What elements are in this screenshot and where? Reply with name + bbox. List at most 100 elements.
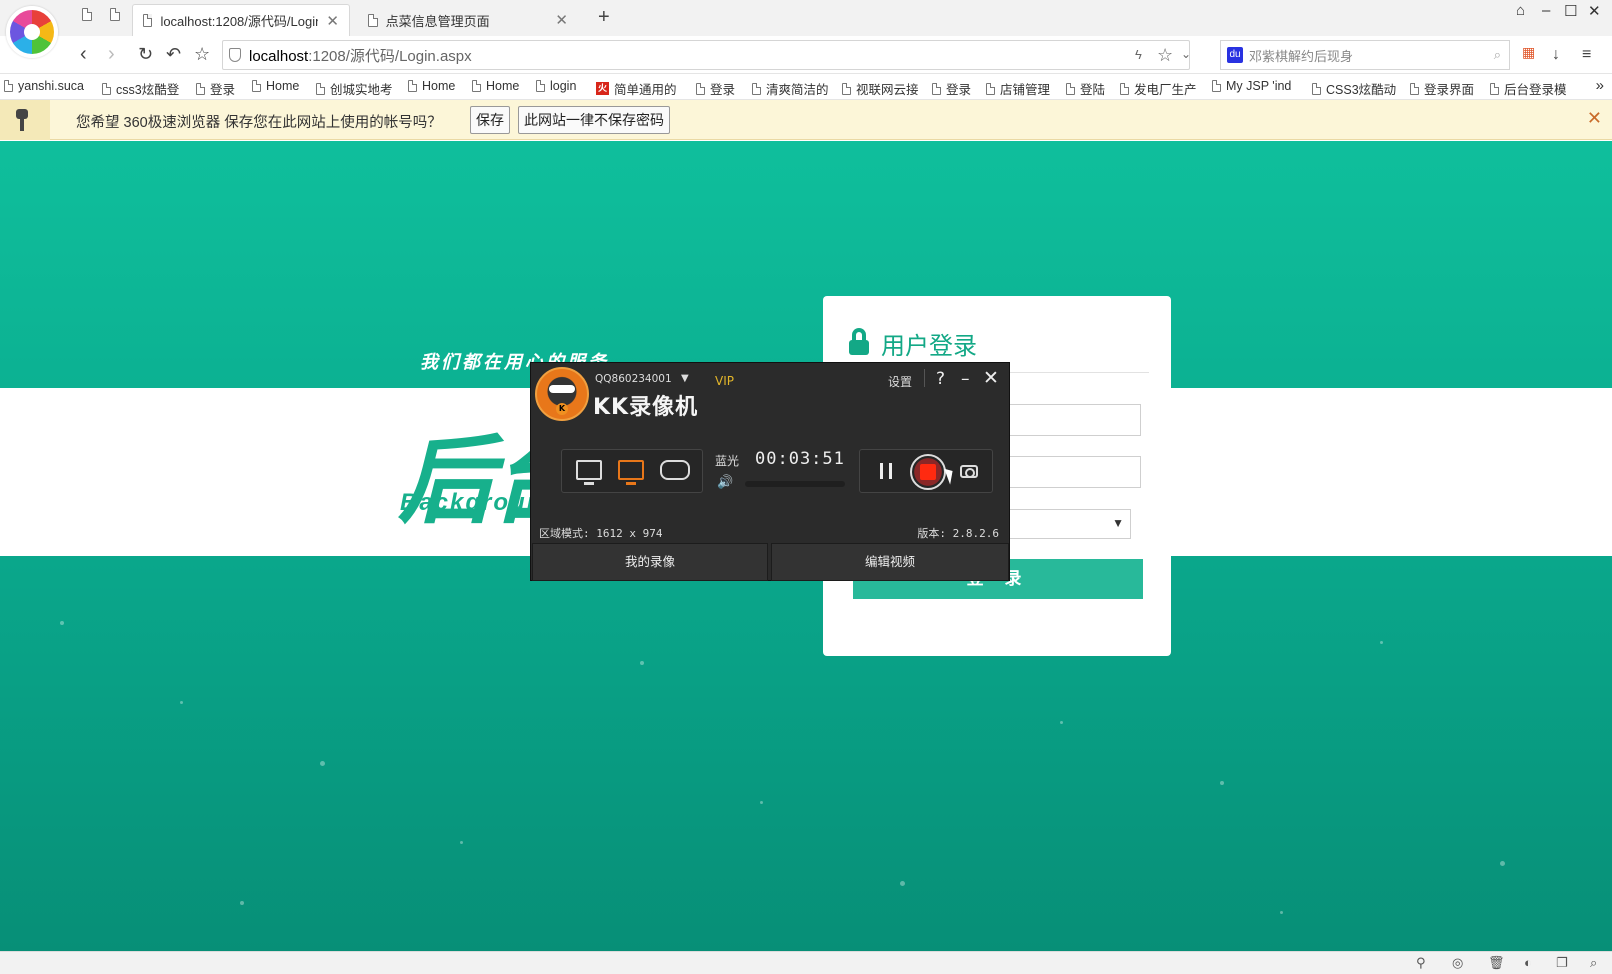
page-icon xyxy=(143,14,153,27)
back-icon[interactable]: ‹ xyxy=(80,44,87,64)
tab-close-icon[interactable]: ✕ xyxy=(555,11,568,29)
bookmarks-more-button[interactable]: » xyxy=(1596,77,1604,94)
kk-close-button[interactable]: ✕ xyxy=(983,367,999,389)
bookmark-item[interactable]: 后台登录模 xyxy=(1490,79,1567,98)
bookmark-item[interactable]: 登录界面 xyxy=(1410,79,1474,98)
bookmark-item[interactable]: css3炫酷登 xyxy=(102,79,179,98)
maximize-button[interactable]: ☐ xyxy=(1564,2,1577,20)
page-icon xyxy=(4,80,13,92)
search-input[interactable]: 邓紫棋解约后现身 xyxy=(1249,46,1494,65)
bookmark-item[interactable]: My JSP 'ind xyxy=(1212,79,1291,93)
bookmark-label: 登录界面 xyxy=(1424,83,1475,97)
pause-icon[interactable] xyxy=(880,463,892,479)
kk-recorder-window[interactable]: K QQ860234001 ▼ VIP 设置 ? – ✕ KK录像机 蓝光 00… xyxy=(530,362,1010,581)
kk-help-button[interactable]: ? xyxy=(936,369,945,389)
download-icon[interactable]: ↓ xyxy=(1552,46,1560,64)
menu-icon[interactable]: ≡ xyxy=(1582,46,1591,64)
bookmark-label: My JSP 'ind xyxy=(1226,79,1292,93)
bookmark-item[interactable]: Home xyxy=(408,79,455,93)
reload-icon[interactable]: ↻ xyxy=(138,44,153,64)
bookmark-item[interactable]: CSS3炫酷动 xyxy=(1312,79,1396,98)
volume-icon[interactable]: 🔊 xyxy=(717,475,733,490)
address-bar[interactable]: localhost:1208/源代码/Login.aspx ϟ ☆ ⌄ xyxy=(222,40,1191,70)
edit-video-button[interactable]: 编辑视频 xyxy=(771,543,1009,581)
search-engine-icon[interactable]: du xyxy=(1227,47,1243,63)
bokeh-dot xyxy=(1060,721,1063,724)
page-icon xyxy=(752,82,761,95)
game-mode-icon[interactable] xyxy=(660,460,690,480)
address-dropdown-icon[interactable]: ⌄ xyxy=(1181,47,1191,61)
accelerate-icon[interactable]: ◎ xyxy=(1452,955,1463,971)
page-icon xyxy=(1490,82,1499,95)
bookmark-label: Home xyxy=(266,79,300,93)
tab-pinned-2[interactable] xyxy=(110,8,132,30)
kk-vip-badge[interactable]: VIP xyxy=(715,374,734,388)
kk-account-name[interactable]: QQ860234001 xyxy=(595,373,672,385)
tab-pinned-1[interactable] xyxy=(82,8,104,30)
bookmark-label: yanshi.suca xyxy=(18,79,85,93)
bookmark-item[interactable]: 登录 xyxy=(196,79,235,98)
tab-close-icon[interactable]: ✕ xyxy=(326,12,339,30)
sound-icon[interactable]: ◐ xyxy=(1524,955,1532,970)
bookmark-star-icon[interactable]: ☆ xyxy=(194,44,210,64)
kk-minimize-button[interactable]: – xyxy=(961,369,970,389)
pin-icon[interactable]: ⚲ xyxy=(1416,955,1426,971)
kk-mascot-avatar[interactable]: K xyxy=(535,367,589,421)
bookmark-item[interactable]: 清爽简洁的 xyxy=(752,79,829,98)
screenshot-camera-icon[interactable] xyxy=(960,465,978,478)
zoom-icon[interactable]: ⌕ xyxy=(1590,955,1597,971)
browser-logo-icon[interactable] xyxy=(6,6,58,58)
trash-icon[interactable]: 🗑 xyxy=(1488,955,1505,971)
volume-slider[interactable] xyxy=(745,481,845,487)
favorite-star-icon[interactable]: ☆ xyxy=(1157,45,1173,66)
skin-icon[interactable]: ⌂ xyxy=(1516,2,1525,19)
page-icon xyxy=(316,82,325,95)
bookmark-item[interactable]: 火简单通用的 xyxy=(596,79,677,98)
fullscreen-mode-icon[interactable] xyxy=(576,460,602,485)
minimize-button[interactable]: – xyxy=(1542,2,1550,19)
kk-quality-label[interactable]: 蓝光 xyxy=(715,452,739,469)
window-icon[interactable]: ❐ xyxy=(1556,955,1568,971)
bookmark-label: Home xyxy=(422,79,456,93)
lightning-icon[interactable]: ϟ xyxy=(1135,47,1142,62)
never-save-password-button[interactable]: 此网站一律不保存密码 xyxy=(518,106,670,134)
url-path: :1208/源代码/Login.aspx xyxy=(308,47,472,65)
page-icon xyxy=(252,80,261,92)
forward-icon[interactable]: › xyxy=(108,44,115,64)
save-password-button[interactable]: 保存 xyxy=(470,106,510,134)
page-icon xyxy=(932,82,941,95)
page-icon xyxy=(696,82,705,95)
search-icon[interactable]: ⌕ xyxy=(1494,47,1501,63)
my-recordings-button[interactable]: 我的录像 xyxy=(532,543,768,581)
close-window-button[interactable]: ✕ xyxy=(1588,2,1601,20)
region-mode-icon[interactable] xyxy=(618,460,644,485)
close-icon[interactable]: ✕ xyxy=(1587,108,1602,129)
bookmark-item[interactable]: 登录 xyxy=(696,79,735,98)
bookmark-item[interactable]: 登陆 xyxy=(1066,79,1105,98)
stop-record-button[interactable] xyxy=(910,454,946,490)
bookmark-label: 登录 xyxy=(946,83,972,97)
apps-icon[interactable]: ▦ xyxy=(1522,44,1535,61)
bookmark-item[interactable]: 视联网云接 xyxy=(842,79,919,98)
bookmark-item[interactable]: Home xyxy=(252,79,299,93)
bookmark-label: 简单通用的 xyxy=(614,83,677,97)
bookmark-item[interactable]: yanshi.suca xyxy=(4,79,84,93)
page-icon xyxy=(842,82,851,95)
chevron-down-icon[interactable]: ▼ xyxy=(681,373,689,384)
new-tab-button[interactable]: + xyxy=(598,6,610,29)
url-text[interactable]: localhost:1208/源代码/Login.aspx xyxy=(249,45,472,66)
kk-region-info: 区域模式: 1612 x 974 xyxy=(539,527,663,540)
search-box[interactable]: du 邓紫棋解约后现身 ⌕ xyxy=(1220,40,1510,70)
brand-logo-icon: 火 xyxy=(596,82,609,95)
tab-login-page[interactable]: localhost:1208/源代码/Login.aspx ✕ xyxy=(132,4,350,36)
bookmark-item[interactable]: Home xyxy=(472,79,519,93)
kk-settings-button[interactable]: 设置 xyxy=(888,373,912,390)
undo-close-icon[interactable]: ↶ xyxy=(166,44,181,64)
bookmark-item[interactable]: 登录 xyxy=(932,79,971,98)
bookmark-item[interactable]: 发电厂生产 xyxy=(1120,79,1197,98)
tab-menu-management[interactable]: 点菜信息管理页面 ✕ xyxy=(358,4,578,36)
bookmark-item[interactable]: login xyxy=(536,79,576,93)
page-icon xyxy=(408,80,417,92)
bookmark-item[interactable]: 店铺管理 xyxy=(986,79,1050,98)
bookmark-item[interactable]: 创城实地考 xyxy=(316,79,393,98)
